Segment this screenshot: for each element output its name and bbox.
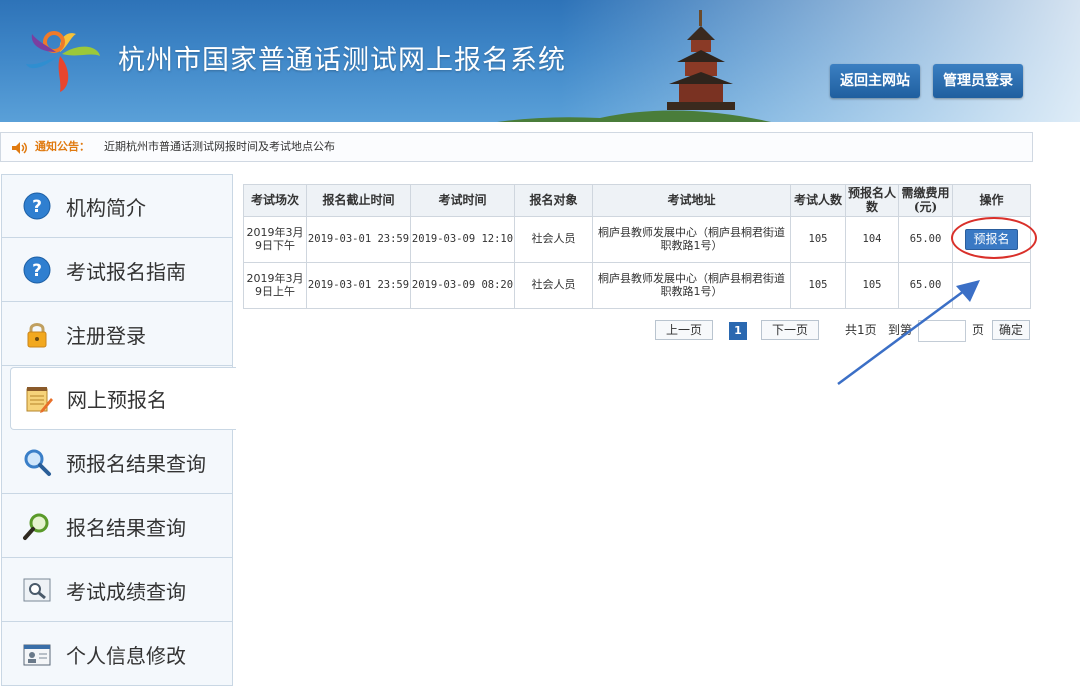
site-header: 杭州市国家普通话测试网上报名系统 返回主网站 管理员登录 — [0, 0, 1080, 122]
table-row: 2019年3月9日下午 2019-03-01 23:59 2019-03-09 … — [243, 216, 1031, 263]
lock-icon — [27, 323, 47, 348]
cell-address: 桐庐县教师发展中心（桐庐县桐君街道职教路1号） — [592, 216, 791, 263]
table-header-row: 考试场次 报名截止时间 考试时间 报名对象 考试地址 考试人数 预报名人数 需缴… — [243, 184, 1031, 217]
sidebar-item-label: 考试成绩查询 — [66, 579, 186, 604]
confirm-page-button[interactable]: 确定 — [992, 320, 1030, 340]
sidebar-item-about[interactable]: ? 机构简介 — [2, 175, 232, 238]
question-icon: ? — [23, 192, 51, 220]
col-header-deadline: 报名截止时间 — [306, 184, 411, 217]
notepad-icon — [26, 386, 53, 413]
col-header-pre-count: 预报名人数 — [845, 184, 899, 217]
cell-deadline: 2019-03-01 23:59 — [306, 262, 411, 309]
sidebar-nav: ? 机构简介 ? 考试报名指南 注册登录 网上预报名 预报名结果查询 报名结果查… — [1, 174, 236, 686]
question-icon: ? — [23, 256, 51, 284]
col-header-address: 考试地址 — [592, 184, 791, 217]
sidebar-item-reg-result[interactable]: 报名结果查询 — [2, 495, 232, 558]
svg-text:?: ? — [32, 197, 42, 217]
cell-exam-time: 2019-03-09 08:20 — [410, 262, 515, 309]
highlight-circle — [951, 217, 1037, 259]
current-page-indicator[interactable]: 1 — [729, 322, 747, 340]
sidebar-item-register-login[interactable]: 注册登录 — [2, 303, 232, 366]
sidebar-item-score-query[interactable]: 考试成绩查询 — [2, 559, 232, 622]
id-card-icon — [23, 644, 51, 666]
col-header-action: 操作 — [952, 184, 1031, 217]
prev-page-button[interactable]: 上一页 — [655, 320, 713, 340]
speaker-icon — [12, 142, 27, 154]
notice-bar: 通知公告： 近期杭州市普通话测试网报时间及考试地点公布 — [0, 132, 1033, 162]
search-window-icon — [23, 578, 51, 602]
col-header-target: 报名对象 — [514, 184, 593, 217]
admin-login-button[interactable]: 管理员登录 — [933, 64, 1023, 98]
svg-text:?: ? — [32, 261, 42, 281]
sidebar-item-label: 考试报名指南 — [66, 259, 186, 284]
green-magnifier-icon — [23, 513, 49, 540]
sidebar-item-profile-edit[interactable]: 个人信息修改 — [2, 623, 232, 686]
sidebar-item-label: 预报名结果查询 — [66, 451, 206, 476]
sidebar-item-label: 个人信息修改 — [66, 643, 186, 668]
cell-session: 2019年3月9日下午 — [243, 216, 307, 263]
site-title: 杭州市国家普通话测试网上报名系统 — [118, 45, 566, 76]
sidebar-item-prereg-result[interactable]: 预报名结果查询 — [2, 431, 232, 494]
col-header-exam-time: 考试时间 — [410, 184, 515, 217]
cell-pre-count: 104 — [845, 216, 899, 263]
annotation-arrow-icon — [837, 280, 980, 386]
sidebar-item-label: 网上预报名 — [67, 388, 167, 412]
pagoda-illustration — [667, 10, 735, 110]
cell-deadline: 2019-03-01 23:59 — [306, 216, 411, 263]
col-header-session: 考试场次 — [243, 184, 307, 217]
cell-address: 桐庐县教师发展中心（桐庐县桐君街道职教路1号） — [592, 262, 791, 309]
col-header-fee: 需缴费用(元) — [898, 184, 953, 217]
sidebar-item-label: 机构简介 — [66, 195, 146, 220]
cell-target: 社会人员 — [514, 262, 593, 309]
cell-target: 社会人员 — [514, 216, 593, 263]
cell-capacity: 105 — [790, 216, 846, 263]
sidebar-item-label: 注册登录 — [66, 323, 146, 348]
sidebar-item-label: 报名结果查询 — [66, 515, 186, 540]
magnifier-icon — [24, 449, 51, 476]
sidebar-item-online-prereg[interactable]: 网上预报名 — [10, 367, 236, 430]
cell-exam-time: 2019-03-09 12:10 — [410, 216, 515, 263]
site-logo-icon — [26, 31, 100, 92]
cell-fee: 65.00 — [898, 216, 953, 263]
notice-link[interactable]: 近期杭州市普通话测试网报时间及考试地点公布 — [104, 133, 335, 161]
hills-illustration — [497, 110, 772, 122]
next-page-button[interactable]: 下一页 — [761, 320, 819, 340]
sidebar-item-guide[interactable]: ? 考试报名指南 — [2, 239, 232, 302]
notice-label: 通知公告： — [35, 140, 90, 153]
col-header-capacity: 考试人数 — [790, 184, 846, 217]
home-site-button[interactable]: 返回主网站 — [830, 64, 920, 98]
cell-session: 2019年3月9日上午 — [243, 262, 307, 309]
